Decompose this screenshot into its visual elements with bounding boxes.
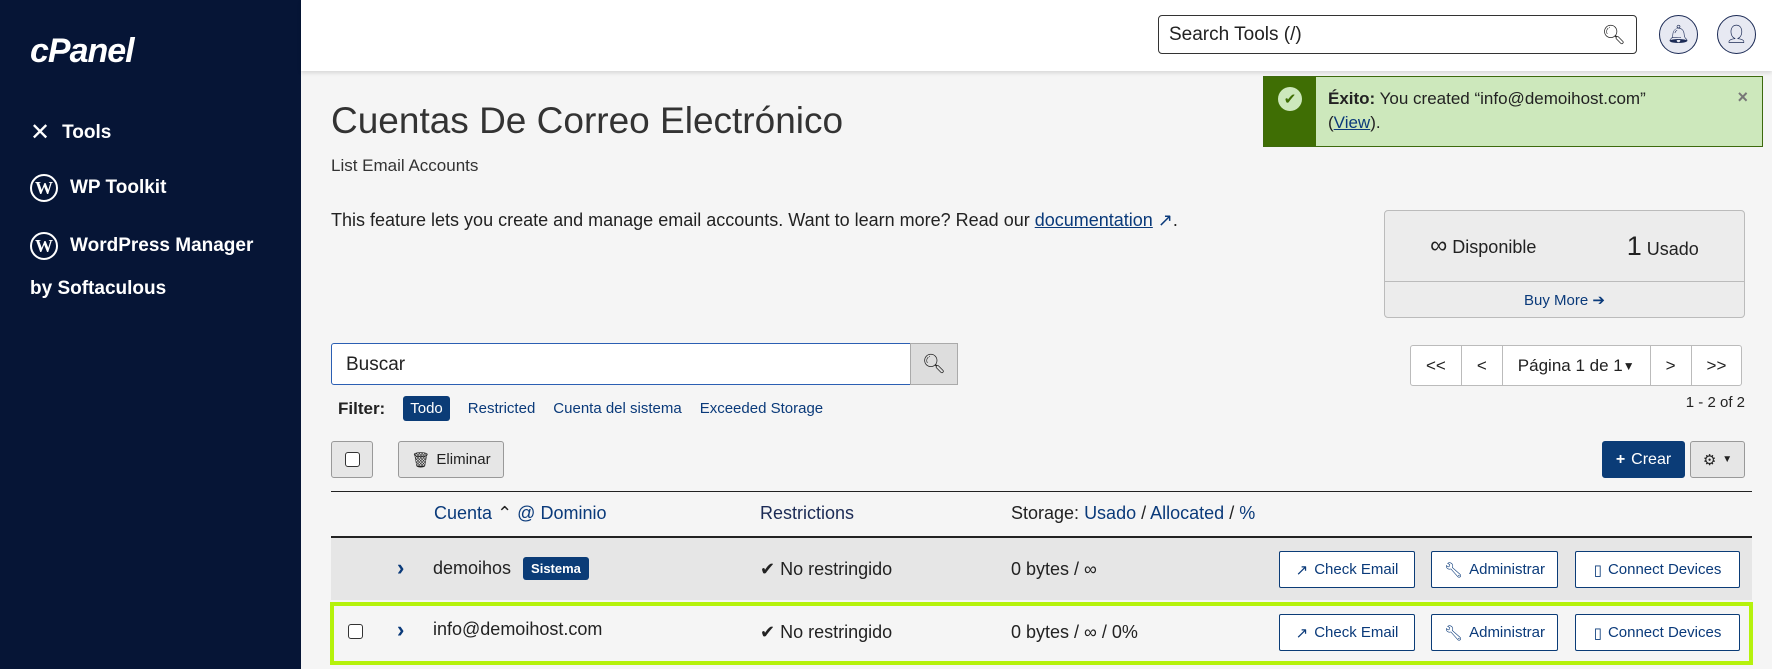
restrictions-header: Restrictions [760,503,855,523]
settings-dropdown[interactable]: ⚙ ▼ [1690,441,1745,478]
account-cell: demoihos Sistema [433,557,589,580]
page-select[interactable]: Página 1 de 1 ▼ [1503,346,1651,385]
buy-more-link[interactable]: Buy More ➔ [1385,282,1744,309]
search-accounts-input[interactable]: Buscar [331,343,911,385]
filter-system-account[interactable]: Cuenta del sistema [553,400,681,417]
check-icon: ✔ [760,622,776,642]
notifications-button[interactable]: 🔔︎ [1659,15,1698,54]
wordpress-icon: W [30,174,58,202]
results-count: 1 - 2 of 2 [1685,394,1745,411]
success-alert: ✔ Éxito: You created “info@demoihost.com… [1263,76,1763,147]
storage-cell: 0 bytes / ∞ / 0% [1011,622,1138,642]
manage-button[interactable]: 🔧︎ Administrar [1431,551,1558,588]
close-alert-button[interactable]: × [1723,77,1762,146]
connect-devices-button[interactable]: ▯ Connect Devices [1575,551,1740,588]
check-email-button[interactable]: ↗ Check Email [1279,614,1415,651]
wordpress-icon: W [30,232,58,260]
sidebar-item-wordpress-manager[interactable]: W WordPress Manager [30,232,253,260]
next-page-button[interactable]: > [1651,346,1692,385]
sort-used[interactable]: Usado [1084,503,1136,523]
sort-account-header[interactable]: Cuenta ⌃ @ Dominio [434,503,606,524]
wrench-icon: 🔧︎ [1444,624,1464,642]
expand-chevron-icon[interactable]: › [397,555,404,581]
first-page-button[interactable]: << [1411,346,1462,385]
page-subtitle: List Email Accounts [331,156,479,175]
filter-todo[interactable]: Todo [403,396,450,421]
check-icon: ✔ [760,559,776,579]
caret-down-icon: ▼ [1622,358,1635,373]
search-icon: 🔍︎ [1601,24,1626,46]
phone-icon: ▯ [1593,624,1602,642]
storage-header: Storage: Usado / Allocated / % [1011,503,1256,523]
phone-icon: ▯ [1593,561,1602,579]
sort-allocated[interactable]: Allocated [1150,503,1224,523]
last-page-button[interactable]: >> [1692,346,1742,385]
external-link-icon: ↗ [1295,561,1309,579]
storage-cell: 0 bytes / ∞ [1011,559,1097,579]
system-badge: Sistema [523,557,589,580]
cpanel-logo[interactable]: cPanel [30,32,135,71]
checkbox-box [348,624,363,639]
account-stats: ∞ Disponible 1 Usado Buy More ➔ [1384,210,1745,318]
page-title: Cuentas De Correo Electrónico [331,100,844,141]
user-menu-button[interactable]: 👤︎ [1717,15,1756,54]
user-icon: 👤︎ [1725,24,1748,44]
select-all-checkbox[interactable] [331,441,373,478]
external-link-icon: ↗ [1152,210,1173,230]
expand-chevron-icon[interactable]: › [397,617,404,643]
arrow-circle-right-icon: ➔ [1592,292,1605,309]
sort-percent[interactable]: % [1239,503,1255,523]
connect-devices-button[interactable]: ▯ Connect Devices [1575,614,1740,651]
plus-icon: + [1615,450,1626,468]
check-circle-icon: ✔ [1278,87,1302,111]
filter-exceeded-storage[interactable]: Exceeded Storage [700,400,823,417]
search-tools-input[interactable]: Search Tools (/) 🔍︎ [1158,15,1637,54]
search-icon: 🔍︎ [921,354,947,375]
prev-page-button[interactable]: < [1462,346,1503,385]
wrench-icon: 🔧︎ [1444,561,1464,579]
manage-button[interactable]: 🔧︎ Administrar [1431,614,1558,651]
create-button[interactable]: + Crear [1602,441,1685,478]
delete-button[interactable]: 🗑︎ Eliminar [398,441,504,478]
sort-up-icon: ⌃ [497,503,513,523]
filter-restricted[interactable]: Restricted [468,400,536,417]
checkbox-box [344,452,360,467]
infinity-icon: ∞ [1430,232,1448,259]
account-cell: info@demoihost.com [433,619,603,639]
view-link[interactable]: View [1334,113,1371,132]
search-button[interactable]: 🔍︎ [910,343,958,385]
sidebar-item-wp-toolkit[interactable]: W WP Toolkit [30,174,166,202]
tools-icon: ✕ [30,119,51,146]
documentation-link[interactable]: documentation [1035,210,1153,230]
filter-bar: Filter: Todo Restricted Cuenta del siste… [338,396,823,421]
row-checkbox[interactable] [348,624,363,639]
check-email-button[interactable]: ↗ Check Email [1279,551,1415,588]
sidebar-item-label-2[interactable]: by Softaculous [30,278,166,300]
pagination: << < Página 1 de 1 ▼ > >> [1410,345,1743,386]
trash-icon: 🗑︎ [411,451,431,469]
sidebar: cPanel ✕ Tools W WP Toolkit W WordPress Man… [0,0,301,669]
divider [331,491,1752,492]
caret-down-icon: ▼ [1722,454,1733,465]
gear-icon: ⚙ [1702,451,1717,469]
external-link-icon: ↗ [1295,624,1309,642]
restriction-cell: ✔ No restringido [760,559,893,579]
bell-icon: 🔔︎ [1667,24,1690,44]
sidebar-item-tools[interactable]: ✕ Tools [30,118,111,147]
restriction-cell: ✔ No restringido [760,622,893,642]
page-description: This feature lets you create and manage … [331,210,1178,230]
